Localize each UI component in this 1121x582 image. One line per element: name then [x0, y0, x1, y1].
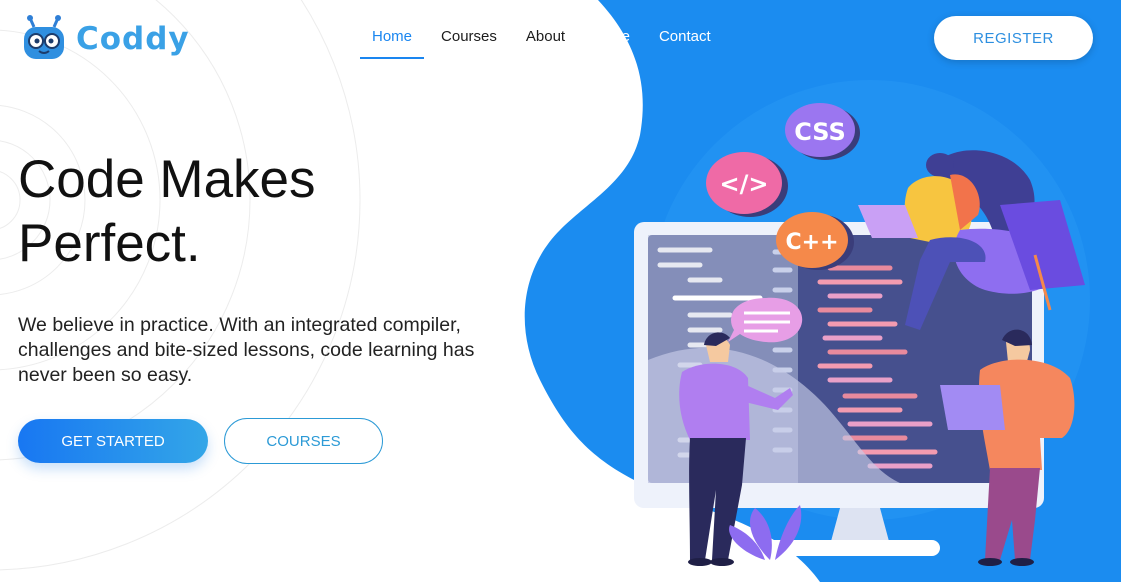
cpp-bubble-label: C++ [785, 230, 838, 255]
hero-title-line-2: Perfect. [18, 214, 201, 273]
css-bubble-label: CSS [794, 118, 846, 146]
nav-item-home[interactable]: Home [360, 18, 425, 59]
main-nav: Home Courses About Store Contact [360, 18, 728, 59]
brand-name: Coddy [76, 21, 190, 57]
css-bubble: CSS [785, 103, 860, 160]
robot-logo-icon [24, 15, 64, 59]
get-started-button[interactable]: GET STARTED [18, 419, 208, 463]
html-bubble-label: </> [720, 170, 769, 198]
hero-title-line-1: Code Makes [18, 150, 316, 209]
register-button[interactable]: REGISTER [934, 16, 1093, 60]
html-tag-bubble: </> [706, 152, 788, 217]
nav-item-contact[interactable]: Contact [647, 18, 723, 59]
courses-button[interactable]: COURSES [224, 418, 383, 464]
hero-description: We believe in practice. With an integrat… [18, 314, 475, 386]
nav-item-store[interactable]: Store [582, 18, 642, 59]
nav-item-about[interactable]: About [514, 18, 577, 59]
nav-item-courses[interactable]: Courses [429, 18, 509, 59]
logo[interactable]: Coddy [20, 14, 190, 64]
hero-illustration: CSS </> C++ [634, 103, 1085, 566]
hero-title: Code Makes Perfect. [18, 148, 316, 276]
